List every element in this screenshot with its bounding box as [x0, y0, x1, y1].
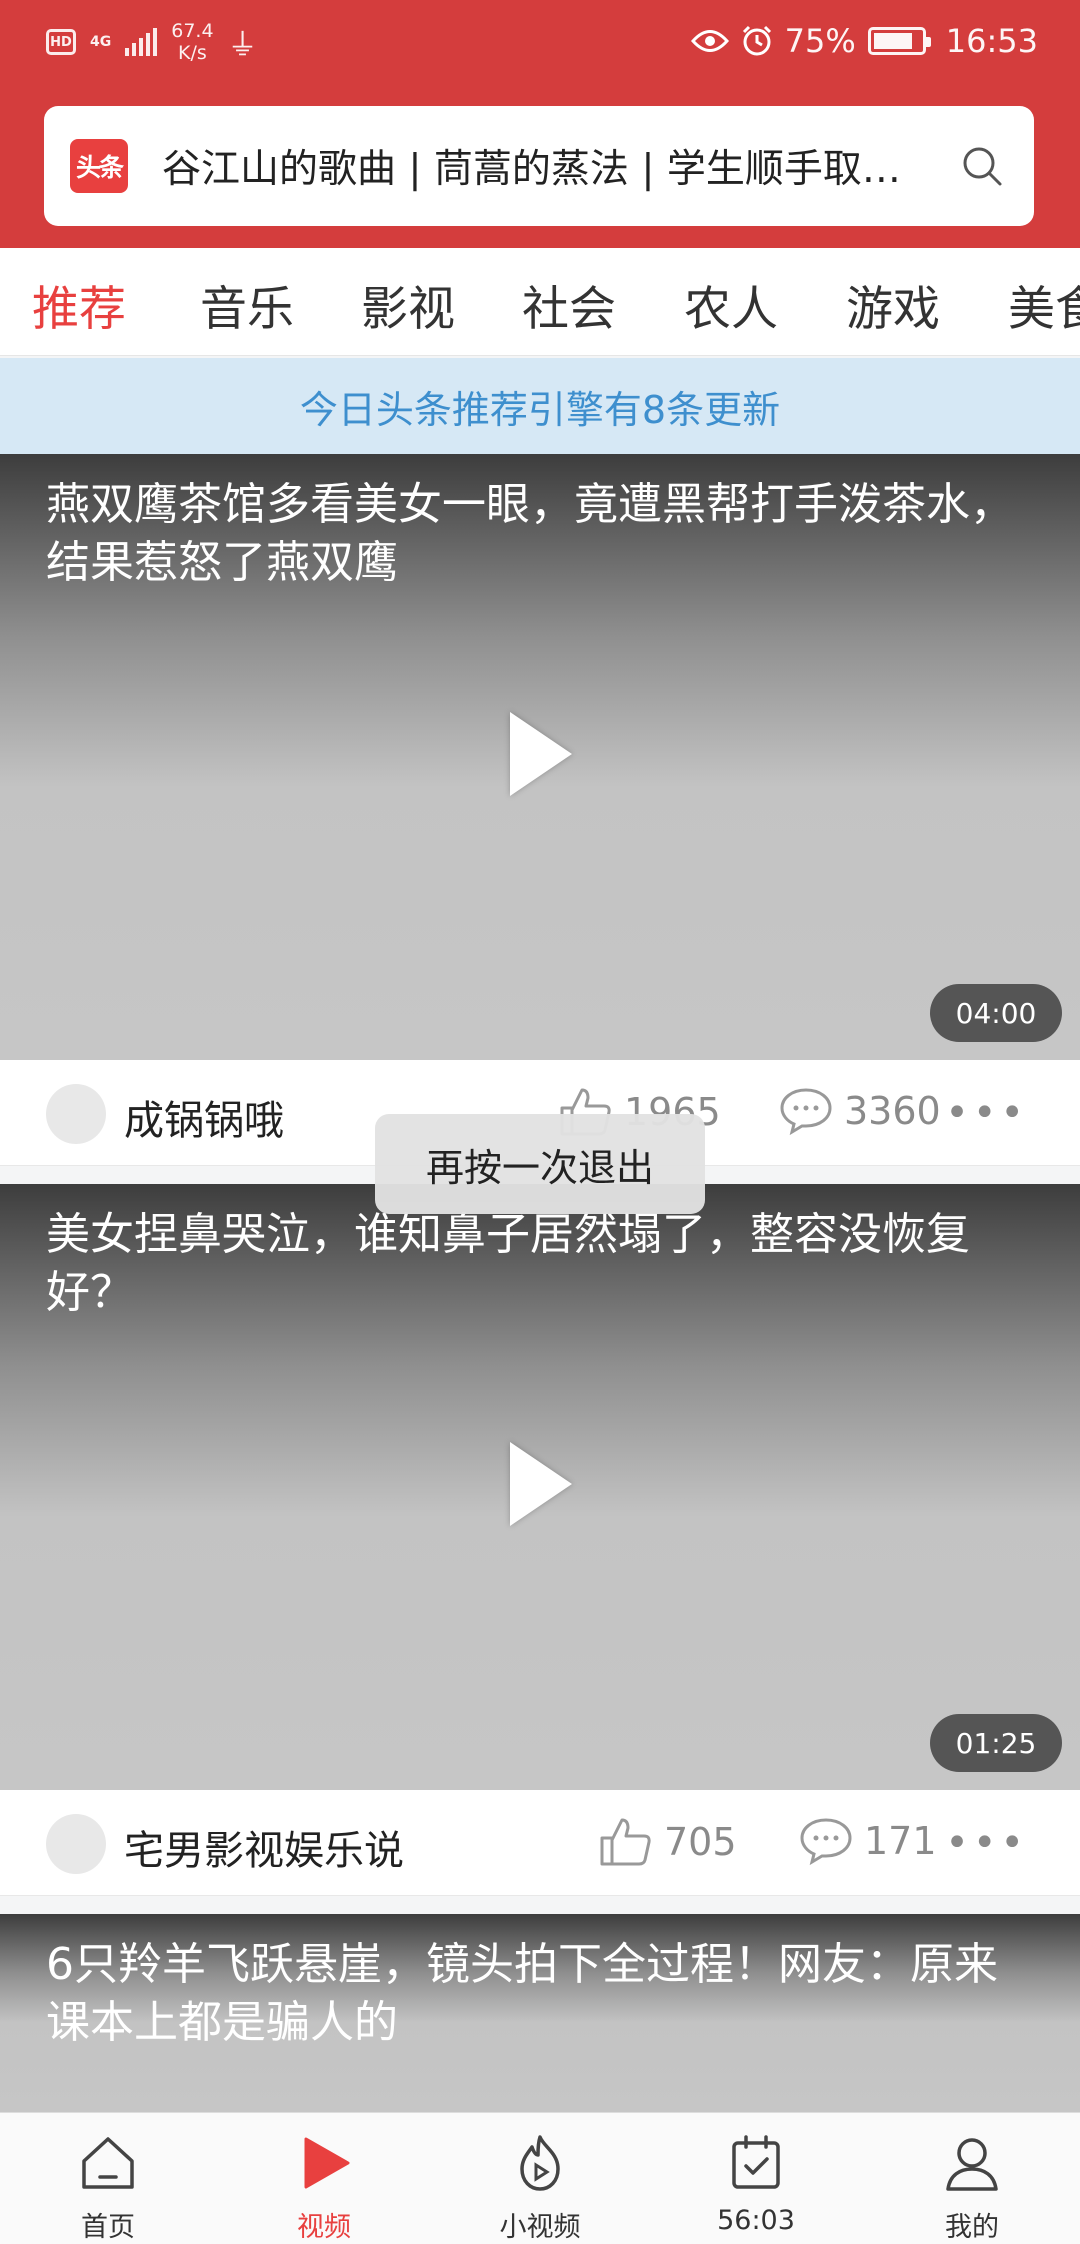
hd-badge: HD [46, 29, 76, 55]
status-left: HD 4G 67.4 K/s ⏚ [46, 20, 258, 64]
search-bar[interactable]: 头条 谷江山的歌曲 | 茼蒿的蒸法 | 学生顺手取… [44, 106, 1034, 226]
nav-video[interactable]: 视频 [216, 2113, 432, 2244]
comment-count: 171 [864, 1819, 937, 1863]
eye-icon [690, 30, 729, 52]
more-options-icon[interactable]: ••• [945, 1090, 1028, 1136]
speed-unit: K/s [178, 42, 207, 64]
comment-button[interactable]: 3360 [778, 1086, 941, 1136]
profile-icon [946, 2138, 998, 2191]
battery-icon [867, 27, 931, 55]
network-speed: 67.4 K/s [171, 20, 213, 64]
alarm-icon [742, 25, 771, 56]
tab-music[interactable]: 音乐 [200, 270, 294, 339]
app-header: HD 4G 67.4 K/s ⏚ 75% 16:53 头条 谷江山的歌曲 | 茼… [0, 0, 1080, 248]
toutiao-logo-icon: 头条 [70, 139, 128, 193]
tab-farmer[interactable]: 农人 [684, 270, 778, 339]
usb-icon: ⏚ [227, 28, 258, 63]
comment-button[interactable]: 171 [798, 1816, 937, 1866]
play-icon[interactable] [510, 712, 572, 796]
play-icon[interactable] [510, 1442, 572, 1526]
nav-home[interactable]: 首页 [0, 2113, 216, 2244]
home-icon [82, 2137, 134, 2189]
nav-profile[interactable]: 我的 [864, 2113, 1080, 2244]
tab-games[interactable]: 游戏 [846, 270, 940, 339]
like-button[interactable]: 705 [598, 1816, 737, 1868]
video-title[interactable]: 美女捏鼻哭泣，谁知鼻子居然塌了，整容没恢复好？ [46, 1206, 1036, 1322]
video-card[interactable]: 6只羚羊飞跃悬崖，镜头拍下全过程！网友：原来课本上都是骗人的 [0, 1914, 1080, 2112]
exit-toast: 再按一次退出 [375, 1114, 705, 1214]
avatar[interactable] [46, 1084, 106, 1144]
nav-label: 56:03 [717, 2205, 795, 2236]
update-banner: 今日头条推荐引擎有8条更新 [0, 358, 1080, 454]
signal-icon [125, 28, 158, 56]
video-card[interactable]: 美女捏鼻哭泣，谁知鼻子居然塌了，整容没恢复好？ 01:25 [0, 1184, 1080, 1790]
video-card[interactable]: 燕双鹰茶馆多看美女一眼，竟遭黑帮打手泼茶水，结果惹怒了燕双鹰 04:00 [0, 454, 1080, 1060]
nav-tasks[interactable]: 56:03 [648, 2113, 864, 2244]
video-meta-row: 宅男影视娱乐说 705 171 ••• [0, 1790, 1080, 1896]
nav-label: 首页 [81, 2212, 135, 2243]
nav-label: 视频 [297, 2212, 351, 2243]
author-name[interactable]: 宅男影视娱乐说 [124, 1818, 404, 1876]
nav-label: 我的 [945, 2212, 999, 2243]
battery-percent: 75% [784, 22, 856, 60]
status-right: 75% 16:53 [690, 22, 1038, 60]
search-icon[interactable] [960, 144, 1004, 188]
tab-recommend[interactable]: 推荐 [32, 270, 126, 339]
search-input[interactable]: 谷江山的歌曲 | 茼蒿的蒸法 | 学生顺手取… [162, 138, 942, 194]
video-title[interactable]: 燕双鹰茶馆多看美女一眼，竟遭黑帮打手泼茶水，结果惹怒了燕双鹰 [46, 476, 1036, 592]
nav-short-video[interactable]: 小视频 [432, 2113, 648, 2244]
bottom-nav: 首页 视频 小视频 56:03 我的 [0, 2112, 1080, 2244]
video-play-icon [304, 2137, 350, 2189]
comment-icon [780, 1088, 832, 1136]
category-tabs: 推荐 音乐 影视 社会 农人 游戏 美食 [0, 248, 1080, 356]
signal-type: 4G [90, 34, 112, 50]
nav-label: 小视频 [499, 2212, 581, 2243]
clock: 16:53 [945, 22, 1038, 60]
tab-food[interactable]: 美食 [1008, 270, 1080, 339]
status-bar: HD 4G 67.4 K/s ⏚ 75% 16:53 [0, 0, 1080, 90]
comment-icon [800, 1818, 852, 1866]
speed-value: 67.4 [171, 20, 214, 42]
like-count: 705 [664, 1820, 737, 1864]
video-title[interactable]: 6只羚羊飞跃悬崖，镜头拍下全过程！网友：原来课本上都是骗人的 [46, 1936, 1036, 2052]
task-calendar-icon [732, 2135, 780, 2189]
more-options-icon[interactable]: ••• [945, 1820, 1028, 1866]
tab-society[interactable]: 社会 [522, 270, 616, 339]
comment-count: 3360 [844, 1089, 941, 1133]
tab-film[interactable]: 影视 [361, 270, 455, 339]
author-name[interactable]: 成锅锅哦 [124, 1088, 284, 1146]
thumbs-up-icon [600, 1818, 651, 1866]
video-duration: 04:00 [930, 984, 1062, 1042]
avatar[interactable] [46, 1814, 106, 1874]
short-video-icon [520, 2135, 560, 2191]
video-duration: 01:25 [930, 1714, 1062, 1772]
